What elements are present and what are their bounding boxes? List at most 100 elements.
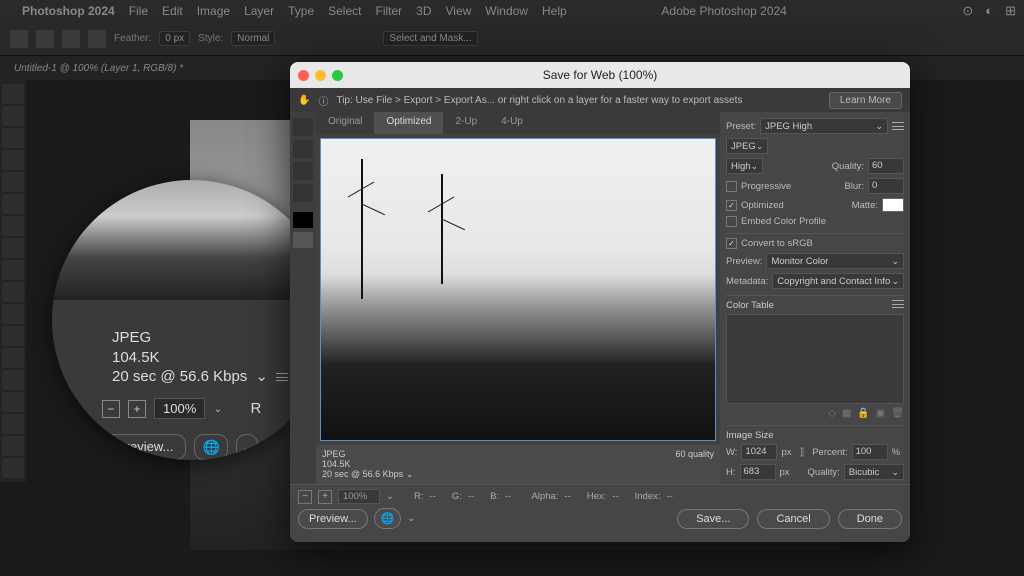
- quality-field[interactable]: 60: [868, 158, 904, 174]
- learn-more-button[interactable]: Learn More: [829, 92, 902, 109]
- select-and-mask-button[interactable]: Select and Mask...: [383, 31, 477, 46]
- style-select[interactable]: Normal: [231, 31, 275, 46]
- tab-2up[interactable]: 2-Up: [443, 112, 489, 134]
- history-brush-tool[interactable]: [2, 304, 24, 324]
- zoom-out-button[interactable]: −: [298, 490, 312, 504]
- pen-tool[interactable]: [2, 414, 24, 434]
- menu-filter[interactable]: Filter: [375, 4, 402, 18]
- browser-preview-icon[interactable]: 🌐: [374, 508, 402, 529]
- trash-icon[interactable]: 🗑: [891, 408, 904, 419]
- zoom-field[interactable]: 100%: [338, 489, 380, 504]
- feather-field[interactable]: 0 px: [159, 31, 190, 46]
- color-table[interactable]: [726, 314, 904, 404]
- preset-select[interactable]: JPEG High: [760, 118, 888, 134]
- home-icon[interactable]: [10, 30, 28, 48]
- ct-icon[interactable]: ▦: [842, 408, 851, 419]
- menu-view[interactable]: View: [446, 4, 472, 18]
- dialog-titlebar[interactable]: Save for Web (100%): [290, 62, 910, 88]
- zoom-in-button[interactable]: +: [318, 490, 332, 504]
- type-tool[interactable]: [2, 436, 24, 456]
- zoom-level[interactable]: 100%: [154, 398, 205, 419]
- height-field[interactable]: 683: [740, 464, 776, 480]
- eraser-tool[interactable]: [2, 326, 24, 346]
- preview-button[interactable]: Preview...: [104, 434, 186, 460]
- menu-edit[interactable]: Edit: [162, 4, 183, 18]
- wand-tool[interactable]: [2, 150, 24, 170]
- hand-tool-icon[interactable]: [293, 118, 313, 136]
- blur-tool[interactable]: [2, 370, 24, 390]
- brush-tool[interactable]: [2, 260, 24, 280]
- menu-window[interactable]: Window: [485, 4, 528, 18]
- path-tool[interactable]: [2, 458, 24, 478]
- foreground-swatch[interactable]: [293, 212, 313, 228]
- quality-mode-select[interactable]: High: [726, 158, 763, 174]
- menu-select[interactable]: Select: [328, 4, 361, 18]
- tool-preset-icon[interactable]: [36, 30, 54, 48]
- menu-image[interactable]: Image: [197, 4, 230, 18]
- flyout-menu-icon[interactable]: [892, 300, 904, 308]
- embed-checkbox[interactable]: [726, 216, 737, 227]
- chevron-down-icon[interactable]: ⌄: [255, 367, 268, 387]
- menu-type[interactable]: Type: [288, 4, 314, 18]
- menu-layer[interactable]: Layer: [244, 4, 274, 18]
- done-button[interactable]: Done: [838, 509, 902, 529]
- menu-help[interactable]: Help: [542, 4, 567, 18]
- zoom-time: 20 sec @ 56.6 Kbps: [112, 367, 247, 387]
- eyedropper-tool[interactable]: [2, 216, 24, 236]
- blur-field[interactable]: 0: [868, 178, 904, 194]
- slice-tool-icon[interactable]: [293, 140, 313, 158]
- chevron-down-icon[interactable]: ⌄: [386, 491, 394, 502]
- width-field[interactable]: 1024: [741, 444, 777, 460]
- preview-button[interactable]: Preview...: [298, 509, 368, 529]
- frame-tool[interactable]: [2, 194, 24, 214]
- ct-icon[interactable]: ◇: [828, 408, 836, 419]
- menu-3d[interactable]: 3D: [416, 4, 431, 18]
- optimized-checkbox[interactable]: ✓: [726, 200, 737, 211]
- save-button[interactable]: Save...: [677, 509, 749, 529]
- format-select[interactable]: JPEG: [726, 138, 768, 154]
- chevron-down-icon[interactable]: ⌄: [406, 469, 414, 479]
- zoom-in-button[interactable]: +: [128, 400, 146, 418]
- zoom-out-button[interactable]: −: [102, 400, 120, 418]
- chevron-down-icon[interactable]: ⌄: [236, 434, 258, 460]
- background-swatch[interactable]: [293, 232, 313, 248]
- zoom-tool-icon[interactable]: [293, 162, 313, 180]
- chevron-down-icon[interactable]: ⌄: [213, 402, 222, 415]
- convert-checkbox[interactable]: ✓: [726, 238, 737, 249]
- tab-4up[interactable]: 4-Up: [489, 112, 535, 134]
- tab-original[interactable]: Original: [316, 112, 374, 134]
- gradient-tool[interactable]: [2, 348, 24, 368]
- stamp-tool[interactable]: [2, 282, 24, 302]
- ct-icon[interactable]: ▣: [876, 408, 885, 419]
- alpha-label: Alpha:: [531, 491, 558, 502]
- h-label: H:: [726, 467, 736, 478]
- move-tool[interactable]: [2, 84, 24, 104]
- tab-optimized[interactable]: Optimized: [374, 112, 443, 134]
- link-icon[interactable]: ⟧: [799, 447, 804, 458]
- app-name[interactable]: Photoshop 2024: [22, 4, 115, 18]
- progressive-checkbox[interactable]: [726, 181, 737, 192]
- cancel-button[interactable]: Cancel: [757, 509, 829, 529]
- preview-select[interactable]: Monitor Color: [766, 253, 904, 269]
- chevron-down-icon[interactable]: ⌄: [407, 513, 415, 524]
- dodge-tool[interactable]: [2, 392, 24, 412]
- lasso-tool[interactable]: [2, 128, 24, 148]
- menu-file[interactable]: File: [129, 4, 148, 18]
- eyedropper-tool-icon[interactable]: [293, 184, 313, 202]
- percent-field[interactable]: 100: [852, 444, 888, 460]
- quality-label: Quality:: [832, 161, 864, 172]
- preview-pane[interactable]: [320, 138, 716, 441]
- ct-icon[interactable]: 🔒: [857, 408, 869, 419]
- marquee-tool[interactable]: [2, 106, 24, 126]
- tool-opt-icon[interactable]: [88, 30, 106, 48]
- matte-swatch[interactable]: [882, 198, 904, 212]
- hamburger-icon[interactable]: [276, 373, 288, 381]
- tip-bar: ✋ ⓘ Tip: Use File > Export > Export As..…: [290, 88, 910, 112]
- flyout-menu-icon[interactable]: [892, 122, 904, 130]
- heal-tool[interactable]: [2, 238, 24, 258]
- browser-preview-icon[interactable]: 🌐: [194, 434, 228, 460]
- resample-select[interactable]: Bicubic: [844, 464, 904, 480]
- tool-opt-icon[interactable]: [62, 30, 80, 48]
- crop-tool[interactable]: [2, 172, 24, 192]
- metadata-select[interactable]: Copyright and Contact Info: [772, 273, 904, 289]
